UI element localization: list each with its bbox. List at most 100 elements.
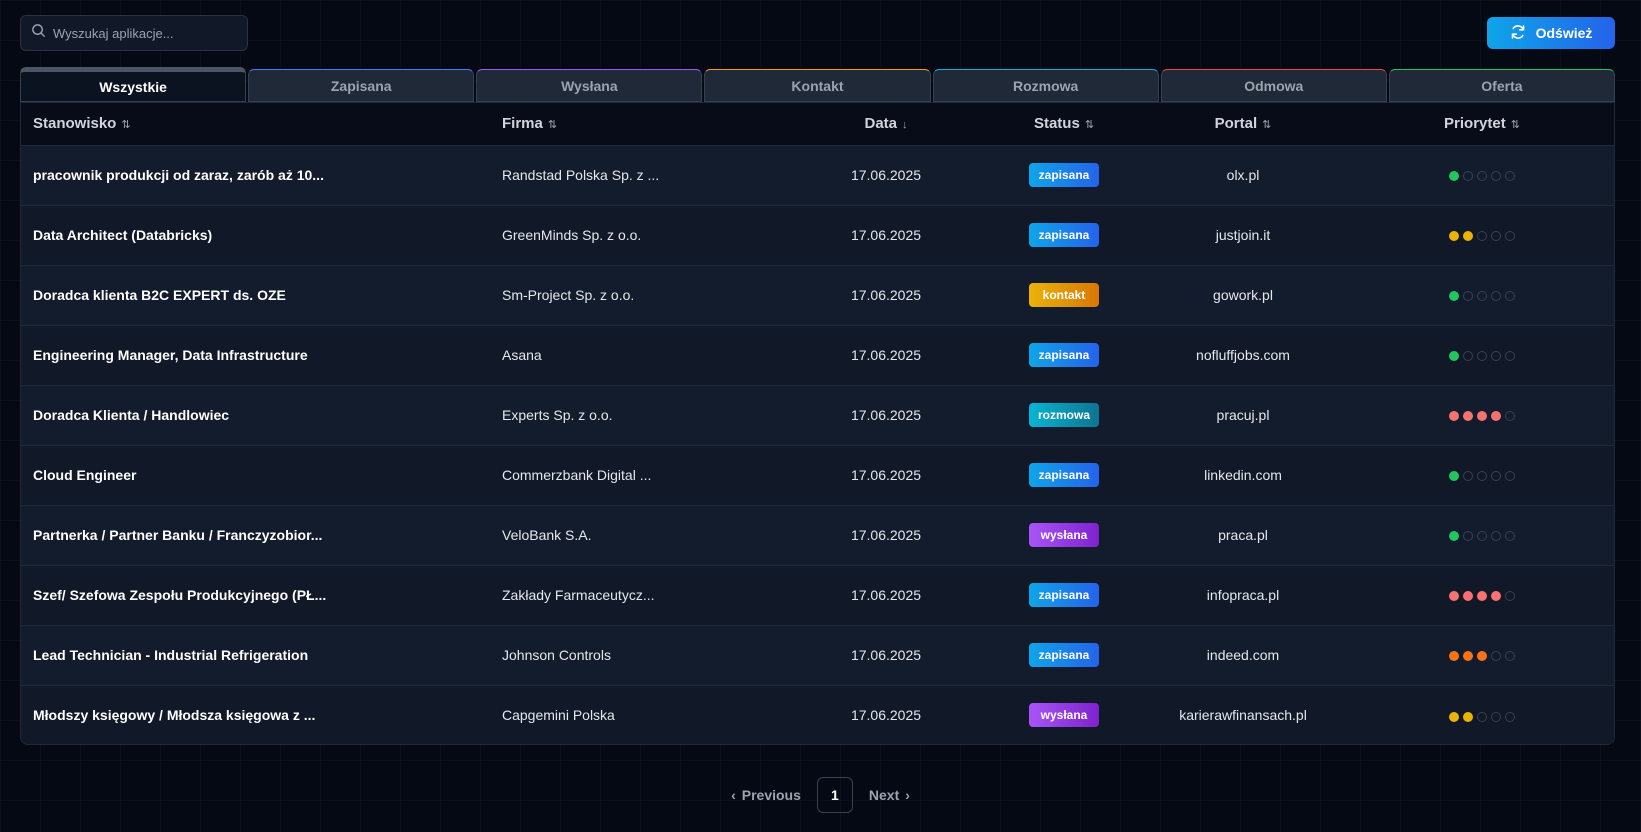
tab-offer[interactable]: Oferta [1388, 69, 1615, 102]
priority-dot-empty [1477, 291, 1487, 302]
priority-dot-empty [1463, 471, 1473, 482]
priority-dot-filled [1463, 591, 1473, 602]
priority-cell [1348, 265, 1614, 325]
priority-rating[interactable] [1449, 711, 1515, 722]
priority-dot-empty [1505, 651, 1515, 662]
priority-rating[interactable] [1449, 531, 1515, 542]
table-row[interactable]: pracownik produkcji od zaraz, zarób aż 1… [21, 145, 1614, 205]
table-row[interactable]: Doradca Klienta / Handlowiec Experts Sp. … [21, 385, 1614, 445]
priority-dot-empty [1491, 471, 1501, 482]
table-row[interactable]: Szef/ Szefowa Zespołu Produkcyjnego (PŁ.… [21, 565, 1614, 625]
priority-dot-filled [1449, 591, 1459, 602]
chevron-right-icon: › [905, 787, 910, 803]
priority-dot-filled [1463, 231, 1473, 242]
priority-dot-filled [1463, 651, 1473, 662]
status-badge[interactable]: zapisana [1029, 223, 1099, 247]
status-badge[interactable]: wysłana [1029, 703, 1099, 728]
table-row[interactable]: Partnerka / Partner Banku / Franczyzobio… [21, 505, 1614, 565]
status-cell: wysłana [990, 685, 1138, 744]
table-row[interactable]: Młodszy księgowy / Młodsza księgowa z ..… [21, 685, 1614, 744]
status-badge[interactable]: zapisana [1029, 343, 1099, 367]
priority-rating[interactable] [1449, 291, 1515, 302]
tab-interview[interactable]: Rozmowa [932, 69, 1159, 102]
job-title-cell: Doradca Klienta / Handlowiec [33, 407, 230, 423]
priority-rating[interactable] [1449, 231, 1515, 242]
priority-dot-empty [1505, 711, 1515, 722]
search-input[interactable] [53, 25, 233, 41]
date-cell: 17.06.2025 [850, 647, 922, 663]
column-header-portal[interactable]: Portal ⇅ [1138, 103, 1348, 145]
priority-cell [1348, 385, 1614, 445]
status-badge[interactable]: rozmowa [1029, 403, 1099, 427]
status-badge[interactable]: zapisana [1029, 163, 1099, 187]
priority-rating[interactable] [1449, 651, 1515, 662]
refresh-button[interactable]: Odśwież [1487, 17, 1615, 49]
status-badge[interactable]: wysłana [1029, 523, 1099, 547]
tab-saved[interactable]: Zapisana [248, 69, 475, 102]
column-header-status[interactable]: Status ⇅ [990, 103, 1138, 145]
priority-dot-empty [1505, 591, 1515, 602]
priority-dot-empty [1505, 471, 1515, 482]
status-tabs: Wszystkie Zapisana Wysłana Kontakt Rozmo… [20, 67, 1615, 102]
tab-all[interactable]: Wszystkie [20, 67, 247, 102]
company-cell: GreenMinds Sp. z o.o. [502, 227, 642, 243]
priority-dot-empty [1505, 231, 1515, 242]
priority-dot-empty [1463, 291, 1473, 302]
priority-dot-empty [1463, 531, 1473, 542]
date-cell: 17.06.2025 [850, 407, 922, 423]
priority-dot-empty [1491, 531, 1501, 542]
page-number-current[interactable]: 1 [816, 777, 853, 813]
tab-sent[interactable]: Wysłana [476, 69, 703, 102]
priority-dot-filled [1449, 231, 1459, 242]
priority-dot-empty [1505, 411, 1515, 422]
table-row[interactable]: Doradca klienta B2C EXPERT ds. OZE Sm-Pro… [21, 265, 1614, 325]
pagination: ‹ Previous 1 Next › [0, 777, 1641, 813]
refresh-label: Odśwież [1535, 25, 1593, 41]
top-bar: Odśwież [20, 15, 1615, 51]
priority-dot-filled [1449, 711, 1459, 722]
status-badge[interactable]: kontakt [1029, 283, 1099, 307]
job-title-cell: Lead Technician - Industrial Refrigerati… [33, 647, 309, 663]
table-row[interactable]: Cloud Engineer Commerzbank Digital ... 17.… [21, 445, 1614, 505]
status-badge[interactable]: zapisana [1029, 643, 1099, 667]
priority-dot-filled [1449, 531, 1459, 542]
priority-cell [1348, 625, 1614, 685]
portal-cell: praca.pl [1218, 527, 1268, 543]
status-cell: zapisana [990, 205, 1138, 265]
priority-dot-empty [1477, 231, 1487, 242]
priority-rating[interactable] [1449, 591, 1515, 602]
job-title-cell: pracownik produkcji od zaraz, zarób aż 1… [33, 167, 324, 183]
priority-dot-empty [1491, 711, 1501, 722]
priority-dot-filled [1449, 651, 1459, 662]
sort-icon: ⇅ [1262, 119, 1272, 132]
status-badge[interactable]: zapisana [1029, 463, 1099, 487]
previous-page-button[interactable]: ‹ Previous [731, 787, 801, 803]
status-cell: zapisana [990, 325, 1138, 385]
column-header-company[interactable]: Firma ⇅ [490, 103, 782, 145]
table-row[interactable]: Lead Technician - Industrial Refrigerati… [21, 625, 1614, 685]
table-row[interactable]: Data Architect (Databricks) GreenMinds Sp… [21, 205, 1614, 265]
priority-dot-filled [1477, 591, 1487, 602]
priority-rating[interactable] [1449, 171, 1515, 182]
date-cell: 17.06.2025 [850, 347, 922, 363]
status-badge[interactable]: zapisana [1029, 583, 1099, 607]
next-page-button[interactable]: Next › [869, 787, 910, 803]
priority-dot-empty [1491, 651, 1501, 662]
priority-rating[interactable] [1449, 351, 1515, 362]
priority-dot-empty [1477, 171, 1487, 182]
job-title-cell: Doradca klienta B2C EXPERT ds. OZE [33, 287, 286, 303]
column-header-title[interactable]: Stanowisko ⇅ [21, 103, 490, 145]
tab-contact[interactable]: Kontakt [704, 69, 931, 102]
priority-dot-empty [1505, 171, 1515, 182]
portal-cell: karierawfinansach.pl [1179, 707, 1307, 724]
column-header-priority[interactable]: Priorytet ⇅ [1348, 103, 1614, 145]
priority-rating[interactable] [1449, 411, 1515, 422]
column-header-date[interactable]: Data ↓ [782, 103, 990, 145]
table-row[interactable]: Engineering Manager, Data Infrastructure… [21, 325, 1614, 385]
search-box[interactable] [20, 15, 248, 51]
job-title-cell: Partnerka / Partner Banku / Franczyzobio… [33, 527, 323, 543]
job-title-cell: Młodszy księgowy / Młodsza księgowa z ..… [33, 707, 316, 724]
search-icon [31, 23, 46, 43]
tab-rejected[interactable]: Odmowa [1160, 69, 1387, 102]
priority-rating[interactable] [1449, 471, 1515, 482]
